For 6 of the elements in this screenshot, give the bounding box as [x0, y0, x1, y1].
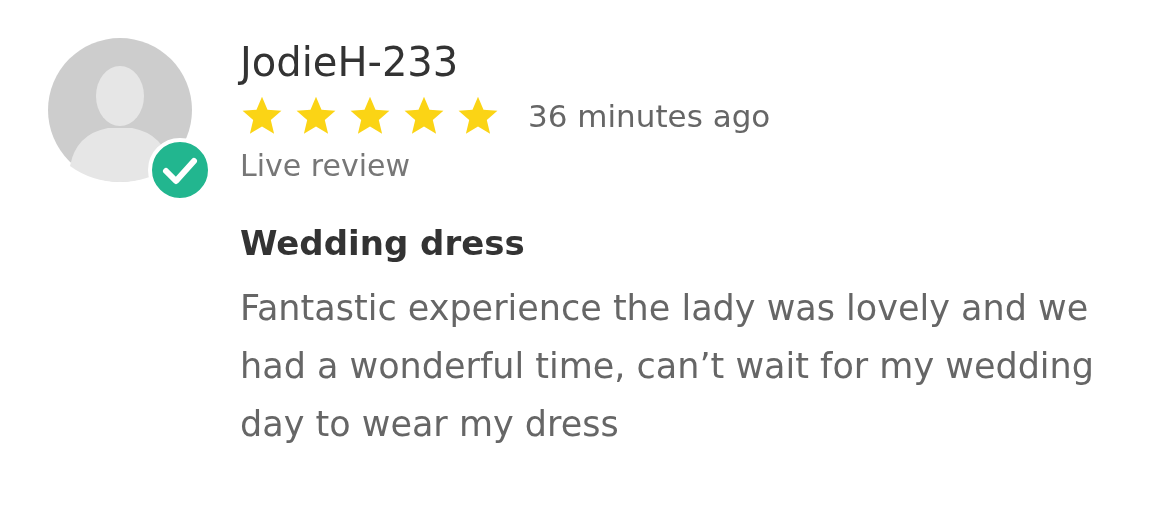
review-status: Live review: [240, 148, 411, 183]
review-text: Fantastic experience the lady was lovely and we had a wonderful time, can’t wait for my wedding day to wear my dress: [240, 287, 1095, 446]
review-title: Wedding dress: [240, 223, 526, 263]
review-time: 36 minutes ago: [528, 98, 771, 134]
reviewer-name: JodieH-233: [240, 38, 460, 86]
avatar-icon: [48, 38, 192, 182]
